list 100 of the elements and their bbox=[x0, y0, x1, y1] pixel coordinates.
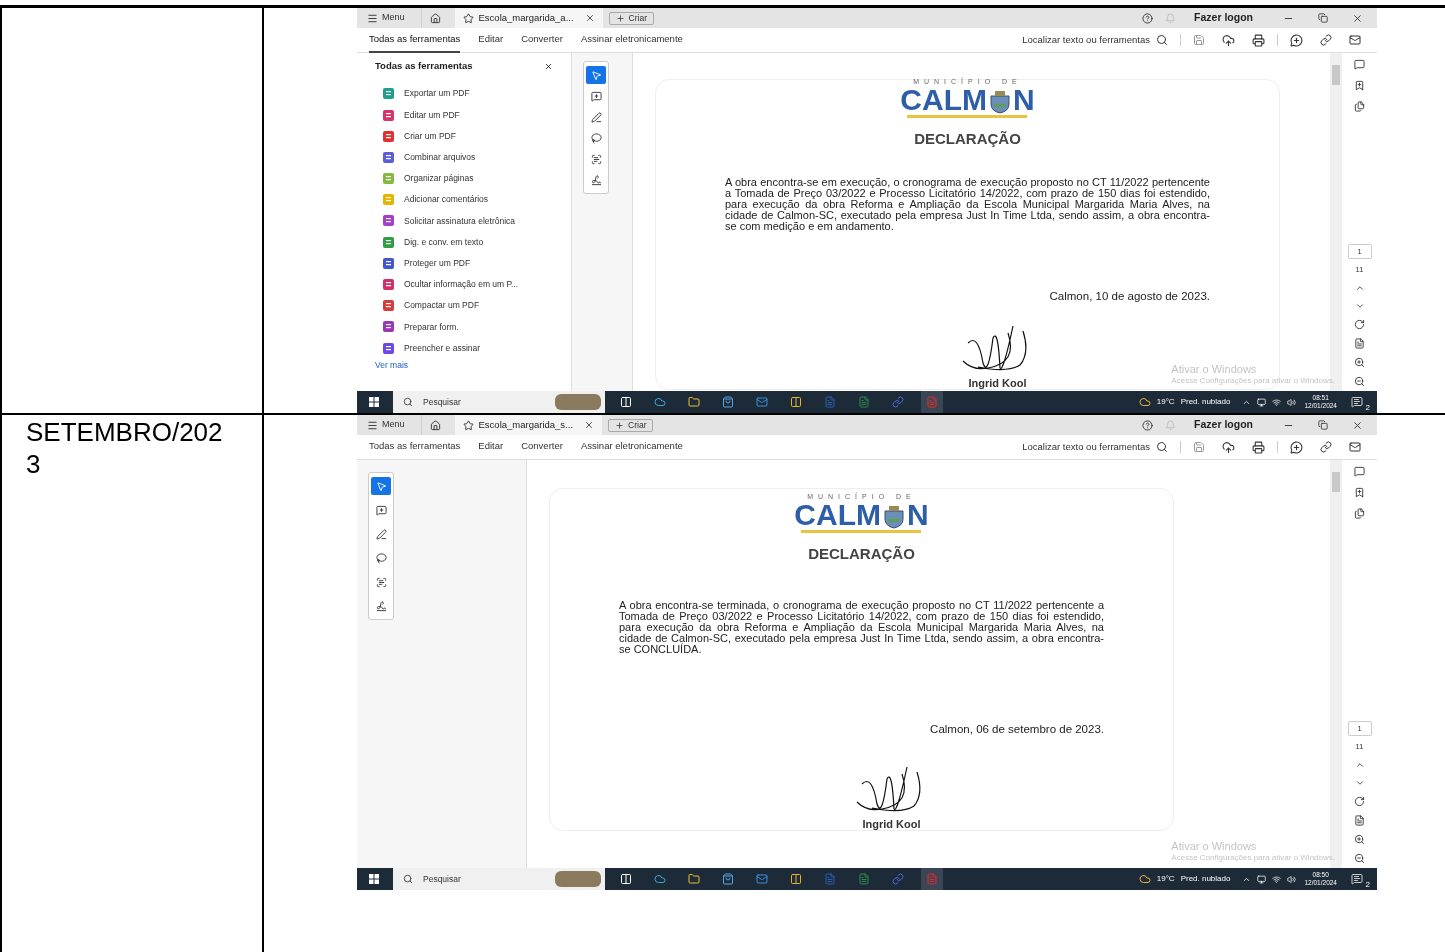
cloud-upload-icon[interactable] bbox=[1222, 440, 1235, 454]
folder-icon[interactable] bbox=[688, 396, 700, 408]
mail-icon[interactable] bbox=[1349, 441, 1361, 453]
search-icon[interactable] bbox=[403, 874, 413, 884]
search-icon[interactable] bbox=[403, 397, 413, 407]
taskbar-search-field[interactable]: Pesquisar bbox=[393, 868, 605, 890]
chevron-up-icon[interactable] bbox=[1354, 760, 1365, 770]
speaker-icon[interactable] bbox=[1287, 874, 1297, 884]
chevron-down-icon[interactable] bbox=[1354, 778, 1365, 788]
help-icon[interactable] bbox=[1142, 419, 1154, 431]
link-icon[interactable] bbox=[1320, 34, 1332, 46]
toolbar-tab[interactable]: Editar bbox=[478, 27, 504, 53]
signature-icon[interactable] bbox=[375, 600, 387, 612]
pointer-icon[interactable] bbox=[590, 69, 602, 81]
search-icon[interactable] bbox=[1156, 441, 1168, 453]
document-tab[interactable]: Escola_margarida_s... bbox=[454, 415, 603, 435]
chevron-down-icon[interactable] bbox=[1354, 301, 1365, 311]
toolbar-tab[interactable]: Converter bbox=[521, 27, 563, 53]
login-button[interactable]: Fazer logon bbox=[1194, 10, 1253, 26]
tool-item[interactable]: Dig. e conv. em texto bbox=[404, 235, 484, 249]
close-icon[interactable] bbox=[584, 420, 595, 430]
lasso-icon[interactable] bbox=[590, 132, 602, 144]
bookmark-icon[interactable] bbox=[1354, 487, 1365, 498]
notification-icon[interactable] bbox=[1351, 873, 1363, 885]
mail-icon[interactable] bbox=[756, 873, 768, 885]
lasso-icon[interactable] bbox=[375, 552, 387, 564]
comment-icon[interactable] bbox=[1354, 466, 1365, 477]
tool-item[interactable]: Compactar um PDF bbox=[404, 299, 480, 313]
printer-icon[interactable] bbox=[1252, 33, 1265, 47]
shopping-bag-icon[interactable] bbox=[722, 873, 734, 885]
monitor-icon[interactable] bbox=[1257, 397, 1267, 407]
task-view-icon[interactable] bbox=[620, 873, 632, 885]
tool-item[interactable]: Combinar arquivos bbox=[404, 151, 476, 164]
star-icon[interactable] bbox=[462, 12, 474, 24]
mail-icon[interactable] bbox=[1349, 34, 1361, 46]
toolbar-tab[interactable]: Editar bbox=[478, 434, 504, 460]
bookmark-icon[interactable] bbox=[1354, 80, 1365, 91]
page-settings-icon[interactable] bbox=[1354, 338, 1365, 349]
restore-icon[interactable] bbox=[1318, 420, 1328, 430]
toolbar-tab[interactable]: Converter bbox=[521, 434, 563, 460]
menu-icon[interactable] bbox=[367, 419, 378, 431]
home-icon[interactable] bbox=[429, 419, 441, 431]
save-icon[interactable] bbox=[1193, 441, 1205, 453]
toolbar-tab[interactable]: Assinar eletronicamente bbox=[580, 434, 683, 460]
link-icon[interactable] bbox=[1320, 441, 1332, 453]
document-icon[interactable] bbox=[824, 873, 836, 885]
tool-item[interactable]: Editar um PDF bbox=[404, 108, 460, 122]
zoom-out-icon[interactable] bbox=[1354, 853, 1365, 864]
signature-icon[interactable] bbox=[590, 174, 602, 186]
menu-button[interactable]: Menu bbox=[365, 11, 407, 25]
taskbar-search-field[interactable]: Pesquisar bbox=[393, 391, 605, 413]
text-select-icon[interactable] bbox=[590, 153, 602, 165]
tool-item[interactable]: Ocultar informação em um P... bbox=[404, 278, 519, 291]
create-button[interactable]: Criar bbox=[608, 11, 654, 25]
search-tools-label[interactable]: Localizar texto ou ferramentas bbox=[1022, 439, 1150, 455]
menu-button[interactable]: Menu bbox=[365, 418, 407, 432]
login-button[interactable]: Fazer logon bbox=[1194, 417, 1253, 433]
pen-icon[interactable] bbox=[590, 111, 602, 123]
see-more-link[interactable]: Ver mais bbox=[375, 358, 553, 372]
tool-item[interactable]: Proteger um PDF bbox=[404, 256, 471, 270]
pages-icon[interactable] bbox=[1354, 508, 1365, 519]
share-comment-icon[interactable] bbox=[1290, 440, 1303, 454]
search-icon[interactable] bbox=[1156, 34, 1168, 46]
pen-icon[interactable] bbox=[375, 528, 387, 540]
zoom-out-icon[interactable] bbox=[1354, 376, 1365, 387]
close-icon[interactable] bbox=[1352, 419, 1363, 431]
zoom-in-icon[interactable] bbox=[1354, 834, 1365, 845]
add-comment-icon[interactable] bbox=[375, 504, 387, 516]
pages-icon[interactable] bbox=[1354, 101, 1365, 112]
text-select-icon[interactable] bbox=[375, 576, 387, 588]
tool-item[interactable]: Adicionar comentários bbox=[404, 193, 489, 207]
share-comment-icon[interactable] bbox=[1290, 33, 1303, 47]
search-tools-label[interactable]: Localizar texto ou ferramentas bbox=[1022, 32, 1150, 48]
spreadsheet-icon[interactable] bbox=[858, 873, 870, 885]
home-icon[interactable] bbox=[429, 12, 441, 24]
app-icon[interactable] bbox=[892, 396, 904, 408]
add-comment-icon[interactable] bbox=[590, 90, 602, 102]
notification-icon[interactable] bbox=[1351, 396, 1363, 408]
task-view-icon[interactable] bbox=[620, 396, 632, 408]
menu-icon[interactable] bbox=[367, 12, 378, 24]
printer-icon[interactable] bbox=[1252, 440, 1265, 454]
restore-icon[interactable] bbox=[1318, 13, 1328, 23]
plus-icon[interactable] bbox=[615, 13, 625, 23]
tool-item[interactable]: Solicitar assinatura eletrônica bbox=[404, 214, 516, 228]
mail-icon[interactable] bbox=[756, 396, 768, 408]
shopping-bag-icon[interactable] bbox=[722, 396, 734, 408]
pointer-icon[interactable] bbox=[375, 480, 387, 492]
create-button[interactable]: Criar bbox=[608, 418, 654, 432]
network-icon[interactable] bbox=[1272, 874, 1282, 884]
network-icon[interactable] bbox=[1272, 397, 1282, 407]
close-icon[interactable] bbox=[584, 13, 595, 23]
close-icon[interactable] bbox=[544, 61, 553, 71]
tool-item[interactable]: Preparar form. bbox=[404, 320, 459, 334]
comment-icon[interactable] bbox=[1354, 59, 1365, 70]
document-icon[interactable] bbox=[824, 396, 836, 408]
tool-item[interactable]: Preencher e assinar bbox=[404, 341, 481, 355]
windows-logo-icon[interactable] bbox=[369, 874, 379, 884]
plus-icon[interactable] bbox=[615, 420, 625, 430]
monitor-icon[interactable] bbox=[1257, 874, 1267, 884]
app-icon[interactable] bbox=[892, 873, 904, 885]
